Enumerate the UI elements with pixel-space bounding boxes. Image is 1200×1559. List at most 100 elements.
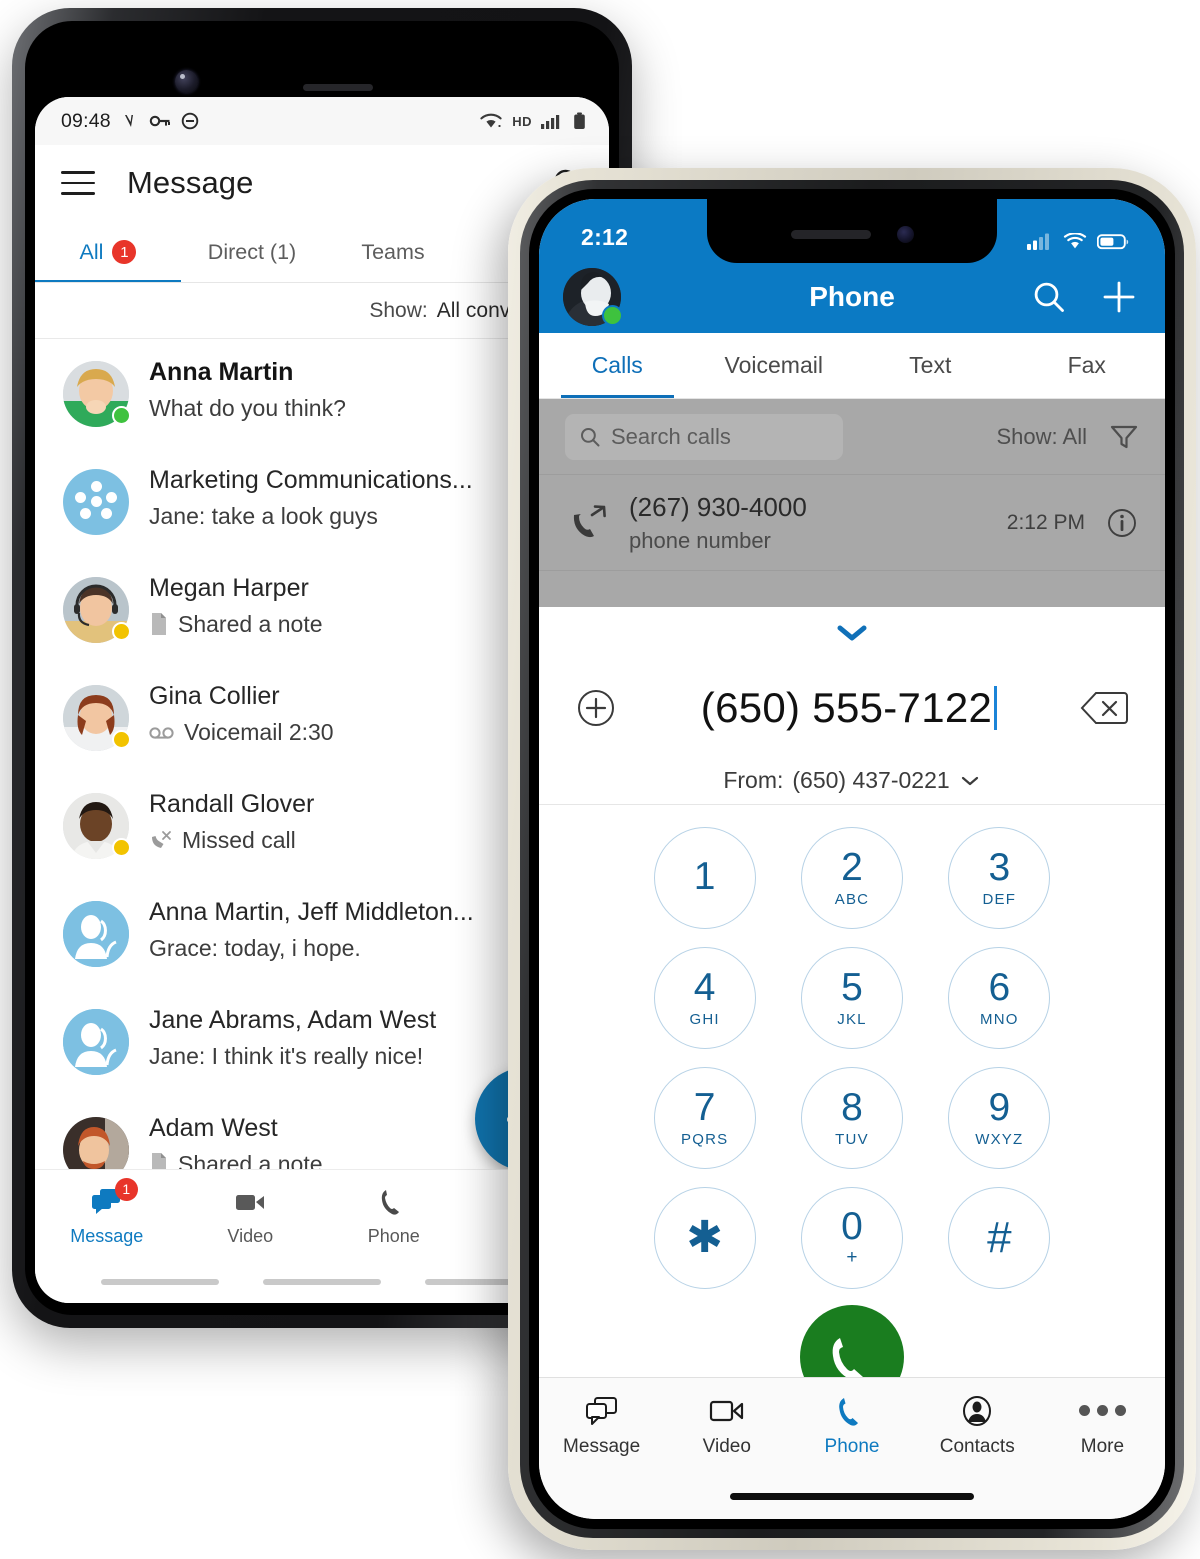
key-digit: 8 [841,1086,863,1129]
dialpad-key-star[interactable]: ✱ [653,1187,756,1289]
text-caret [994,686,998,730]
earpiece-speaker [790,229,871,239]
search-icon[interactable] [1031,279,1067,315]
dialpad-key-2[interactable]: 2 ABC [800,827,903,929]
tab-teams[interactable]: Teams [323,221,463,283]
chevron-down-icon [961,776,978,785]
nav-item-video[interactable]: Video [664,1394,789,1458]
nav-item-more[interactable]: More [1040,1394,1165,1458]
tab-voicemail[interactable]: Voicemail [696,333,853,398]
dialpad-key-1[interactable]: 1 [653,827,756,929]
dialpad-key-0[interactable]: 0 + [800,1187,903,1289]
conversation-preview: Voicemail 2:30 [184,718,334,745]
dial-number-row: (650) 555-7122 [539,659,1165,757]
hamburger-menu-icon[interactable] [61,171,95,195]
presence-indicator [112,622,131,641]
dialpad-key-6[interactable]: 6 MNO [948,947,1051,1049]
search-icon [580,427,600,446]
dialpad-key-8[interactable]: 8 TUV [800,1067,903,1169]
dial-number-value: (650) 555-7122 [700,684,993,731]
group-person-avatar-icon [63,901,129,967]
from-number-row[interactable]: From: (650) 437-0221 [539,757,1165,805]
nav-item-phone[interactable]: Phone [789,1394,914,1458]
key-letters: + [846,1247,858,1268]
cellular-signal-icon [1027,233,1049,250]
calls-show-filter[interactable]: Show: All [996,424,1087,450]
avatar-wrap [63,685,131,751]
video-icon [232,1185,268,1219]
iphone-notch [707,199,997,263]
tab-text[interactable]: Text [852,333,1009,398]
call-entry-text: (267) 930-4000 phone number [629,492,807,554]
call-log-spacer [539,571,1165,607]
key-letters: GHI [689,1011,720,1028]
dialpad-key-4[interactable]: 4 GHI [653,947,756,1049]
user-avatar-button[interactable] [563,268,623,326]
message-icon [583,1394,621,1428]
home-indicator[interactable] [730,1492,974,1500]
dialpad-key-9[interactable]: 9 WXYZ [948,1067,1051,1169]
phone-icon [836,1394,868,1428]
key-letters: ABC [834,891,870,908]
video-icon [708,1394,746,1428]
front-camera-icon [896,225,914,243]
call-entry-number: (267) 930-4000 [629,491,807,522]
missed-call-icon [152,831,171,848]
call-log-dimmed-region: Search calls Show: All (267) 930-4000 ph… [539,399,1165,607]
nav-item-message[interactable]: Message [539,1394,664,1458]
conversation-preview: Jane: I think it's really nice! [149,1042,424,1069]
key-letters: DEF [982,891,1017,908]
nav-item-contacts[interactable]: Contacts [915,1394,1040,1458]
nav-item-video[interactable]: Video [179,1185,323,1247]
nav-item-phone-label: Phone [824,1435,880,1457]
status-clock: 2:12 [581,224,629,250]
key-digit: 1 [693,854,716,898]
battery-icon [1097,234,1129,250]
dialpad-key-hash[interactable]: # [948,1187,1051,1289]
from-number: (650) 437-0221 [792,767,950,793]
call-log-entry[interactable]: (267) 930-4000 phone number 2:12 PM [539,475,1165,571]
conversation-preview: Grace: today, i hope. [149,934,361,961]
dialpad-key-5[interactable]: 5 JKL [800,947,903,1049]
appbar-actions [1031,279,1137,315]
call-entry-label: phone number [629,527,771,553]
tab-all[interactable]: All 1 [35,221,181,283]
avatar-wrap [63,577,131,643]
presence-indicator [602,305,623,326]
gesture-pill-center[interactable] [263,1279,381,1285]
nav-item-message-label: Message [563,1435,641,1457]
key-letters: PQRS [681,1131,729,1148]
ios-tab-bar: Calls Voicemail Text Fax [539,333,1165,399]
calls-show-value: All [1062,423,1087,449]
key-digit: 9 [988,1086,1011,1129]
nav-item-message[interactable]: 1 Message [35,1177,179,1247]
backspace-icon[interactable] [1079,687,1131,729]
nav-item-video-label: Video [227,1225,274,1246]
nav-item-phone-label: Phone [367,1225,420,1246]
key-letters: MNO [980,1011,1019,1028]
plus-icon[interactable] [1101,279,1137,315]
voicemail-icon [149,727,174,739]
key-digit: 2 [841,846,863,889]
front-camera-icon [175,70,198,93]
dialpad-key-3[interactable]: 3 DEF [948,827,1051,929]
key-icon [149,115,170,127]
collapse-dialer-handle[interactable] [539,607,1165,659]
key-digit: 3 [988,846,1011,889]
hd-icon: HD [512,113,532,129]
iphone-bezel: 2:12 Phone Calls Voicemail Text Fax Sear… [529,189,1175,1529]
key-digit: 7 [693,1086,716,1129]
dial-number-field[interactable]: (650) 555-7122 [619,684,1079,732]
tab-calls[interactable]: Calls [539,333,696,398]
search-calls-input[interactable]: Search calls [565,413,843,460]
filter-icon[interactable] [1109,423,1139,451]
tab-fax[interactable]: Fax [1009,333,1166,398]
info-icon[interactable] [1105,506,1139,540]
circle-plus-icon[interactable] [573,685,619,731]
gesture-pill-left[interactable] [101,1279,219,1285]
tab-direct[interactable]: Direct (1) [181,221,323,283]
earpiece-speaker [303,84,373,91]
nav-item-phone[interactable]: Phone [322,1185,466,1247]
dialpad-key-7[interactable]: 7 PQRS [653,1067,756,1169]
iphone-device: 2:12 Phone Calls Voicemail Text Fax Sear… [508,168,1196,1550]
